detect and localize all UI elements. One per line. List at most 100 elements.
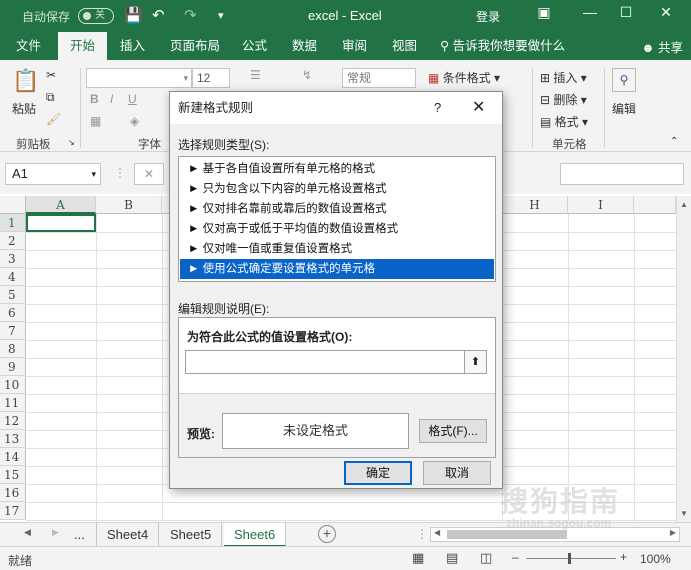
row-header[interactable]: 9 (0, 358, 26, 376)
editing-button[interactable]: 编辑 (612, 100, 636, 117)
ok-button[interactable]: 确定 (344, 461, 412, 485)
scroll-left-icon[interactable]: ◀ (434, 528, 440, 537)
tab-data[interactable]: 数据 (286, 32, 323, 60)
tab-file[interactable]: 文件 (10, 32, 47, 60)
find-icon[interactable]: ⚲ (612, 68, 636, 92)
zoom-level[interactable]: 100% (640, 552, 671, 566)
column-header-b[interactable]: B (96, 196, 162, 214)
ribbon-display-icon[interactable]: ▣ (532, 4, 556, 26)
tab-insert[interactable]: 插入 (114, 32, 151, 60)
row-header[interactable]: 3 (0, 250, 26, 268)
copy-icon[interactable]: ⧉ (46, 90, 55, 105)
column-header-a[interactable]: A (26, 196, 96, 214)
rule-type-item[interactable]: ► 只为包含以下内容的单元格设置格式 (180, 179, 494, 199)
sheet-tab-sheet6[interactable]: Sheet6 (224, 523, 287, 547)
paste-icon[interactable]: 📋 (12, 68, 39, 94)
tab-view[interactable]: 视图 (386, 32, 423, 60)
cancel-button[interactable]: 取消 (423, 461, 491, 485)
login-link[interactable]: 登录 (476, 8, 500, 25)
border-icon[interactable]: ▦ (90, 114, 101, 128)
page-layout-view-icon[interactable]: ▤ (446, 550, 458, 566)
row-header[interactable]: 2 (0, 232, 26, 250)
tell-me-box[interactable]: ⚲ 告诉我你想要做什么 (434, 32, 571, 60)
row-header[interactable]: 8 (0, 340, 26, 358)
format-cells-button[interactable]: ▤ 格式 ▾ (540, 113, 588, 130)
active-cell-a1[interactable] (26, 214, 96, 232)
close-icon[interactable]: ✕ (472, 92, 485, 124)
insert-cells-button[interactable]: ⊞ 插入 ▾ (540, 69, 587, 86)
align-top-icon[interactable]: ☰ (250, 68, 261, 82)
collapse-dialog-icon[interactable]: ⬆ (464, 351, 486, 373)
sheet-tab-sheet5[interactable]: Sheet5 (160, 523, 223, 547)
tab-review[interactable]: 审阅 (336, 32, 373, 60)
autosave-toggle[interactable]: 关 (78, 8, 114, 24)
page-break-view-icon[interactable]: ◫ (480, 550, 492, 566)
formula-input[interactable]: ⬆ (185, 350, 487, 374)
normal-view-icon[interactable]: ▦ (412, 550, 424, 566)
font-size-box[interactable]: 12 (192, 68, 230, 88)
row-header[interactable]: 4 (0, 268, 26, 286)
clipboard-launcher-icon[interactable]: ↘ (68, 138, 75, 147)
number-format-box[interactable]: 常规 (342, 68, 416, 88)
column-header-i[interactable]: I (568, 196, 634, 214)
zoom-in-icon[interactable]: + (620, 550, 627, 564)
scroll-up-icon[interactable]: ▲ (680, 200, 688, 209)
scroll-left-icon[interactable]: ◀ (24, 527, 31, 538)
rule-type-item[interactable]: ► 仅对排名靠前或靠后的数值设置格式 (180, 199, 494, 219)
rule-type-item-selected[interactable]: ► 使用公式确定要设置格式的单元格 (180, 259, 494, 279)
scroll-right-icon[interactable]: ▶ (52, 527, 59, 538)
zoom-slider-thumb[interactable] (568, 553, 571, 564)
more-sheets[interactable]: ... (74, 527, 85, 542)
format-button[interactable]: 格式(F)... (419, 419, 487, 443)
collapse-ribbon-icon[interactable]: ⌃ (670, 136, 678, 147)
close-icon[interactable]: ✕ (654, 4, 678, 26)
row-header[interactable]: 12 (0, 412, 26, 430)
maximize-icon[interactable]: ☐ (614, 4, 638, 26)
italic-icon[interactable]: I (110, 92, 113, 106)
tab-page-layout[interactable]: 页面布局 (164, 32, 226, 60)
redo-icon[interactable]: ↷ (184, 6, 197, 24)
row-header[interactable]: 11 (0, 394, 26, 412)
row-header[interactable]: 6 (0, 304, 26, 322)
wrap-text-icon[interactable]: ↯ (302, 68, 312, 82)
column-header-next[interactable] (634, 196, 676, 214)
row-header[interactable]: 13 (0, 430, 26, 448)
rule-type-item[interactable]: ► 仅对高于或低于平均值的数值设置格式 (180, 219, 494, 239)
tab-formulas[interactable]: 公式 (236, 32, 273, 60)
tab-home[interactable]: 开始 (58, 32, 108, 60)
add-sheet-icon[interactable]: + (318, 525, 336, 543)
save-icon[interactable]: 💾 (124, 6, 143, 24)
row-header[interactable]: 17 (0, 502, 26, 520)
name-box[interactable]: A1 ▾ (5, 163, 101, 185)
select-all-corner[interactable] (0, 196, 26, 214)
sheet-tab-sheet4[interactable]: Sheet4 (96, 523, 160, 547)
undo-icon[interactable]: ↶ (152, 6, 165, 24)
font-name-box[interactable]: ▾ (86, 68, 192, 88)
column-header-h[interactable]: H (502, 196, 568, 214)
row-header[interactable]: 7 (0, 322, 26, 340)
row-header[interactable]: 15 (0, 466, 26, 484)
format-painter-icon[interactable]: 🖌 (46, 112, 61, 126)
help-icon[interactable]: ? (434, 92, 441, 124)
fill-color-icon[interactable]: ◈ (130, 114, 139, 128)
scroll-thumb[interactable] (447, 530, 567, 539)
formula-input[interactable] (560, 163, 684, 185)
vertical-scrollbar[interactable]: ▲ ▼ (676, 196, 691, 522)
rule-type-item[interactable]: ► 基于各自值设置所有单元格的格式 (180, 159, 494, 179)
zoom-slider[interactable] (526, 558, 616, 559)
row-header[interactable]: 1 (0, 214, 26, 232)
scroll-right-icon[interactable]: ▶ (670, 528, 676, 537)
zoom-out-icon[interactable]: – (512, 550, 519, 564)
rule-type-item[interactable]: ► 仅对唯一值或重复值设置格式 (180, 239, 494, 259)
row-header[interactable]: 14 (0, 448, 26, 466)
minimize-icon[interactable]: — (578, 4, 602, 26)
row-header[interactable]: 10 (0, 376, 26, 394)
cut-icon[interactable]: ✂ (46, 68, 56, 82)
scroll-down-icon[interactable]: ▼ (680, 509, 688, 518)
underline-icon[interactable]: U (128, 92, 137, 106)
row-header[interactable]: 16 (0, 484, 26, 502)
conditional-format-button[interactable]: ▦ 条件格式 ▾ (428, 69, 500, 86)
row-header[interactable]: 5 (0, 286, 26, 304)
customize-qat-icon[interactable]: ▾ (218, 9, 224, 22)
paste-label[interactable]: 粘贴 (12, 100, 36, 117)
